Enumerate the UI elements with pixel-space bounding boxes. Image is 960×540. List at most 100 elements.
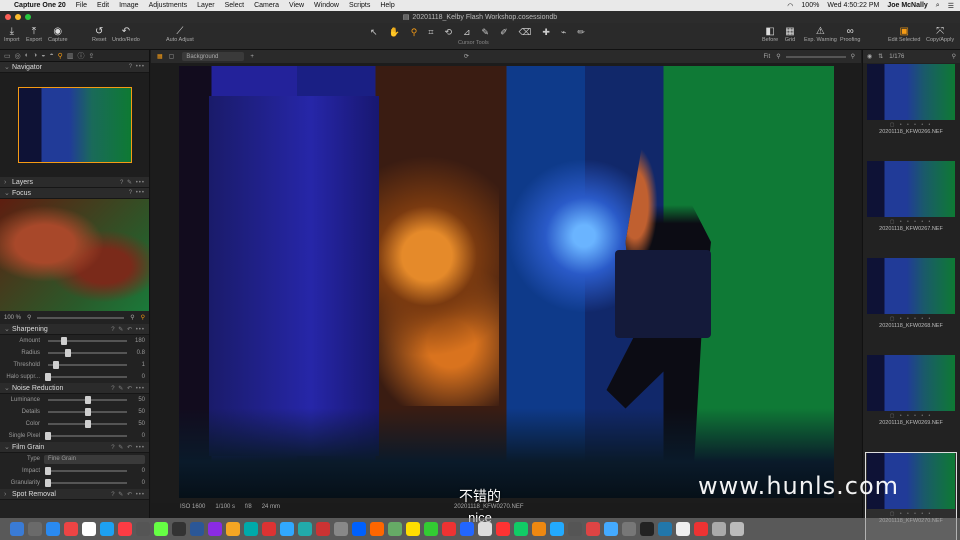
acrobat-icon[interactable] [262,522,276,536]
safari-icon[interactable] [46,522,60,536]
section-menu-icon[interactable]: ? ✎ ↶ ••• [111,326,145,333]
app-icon-37[interactable] [676,522,690,536]
noise-reduction-header[interactable]: ⌄ Noise Reduction? ✎ ↶ ••• [0,383,149,394]
noise-reduction-value[interactable]: 50 [131,421,145,427]
thumbnail-image[interactable] [867,64,955,120]
system-preferences-icon[interactable] [622,522,636,536]
app-icon-17[interactable] [316,522,330,536]
menu-help[interactable]: Help [380,2,394,9]
finder-icon[interactable] [10,522,24,536]
navigator-preview[interactable] [0,73,149,177]
app-icon-36[interactable] [658,522,672,536]
exposure-warning-button[interactable]: ⚠ Exp. Warning [804,25,837,44]
app-icon-27[interactable] [496,522,510,536]
mail-icon[interactable] [100,522,114,536]
menu-window[interactable]: Window [314,2,339,9]
metadata-tab-icon[interactable]: ⓘ [77,51,84,61]
slider-handle[interactable] [84,408,91,416]
chrome-icon[interactable] [64,522,78,536]
library-tab-icon[interactable]: ▭ [4,52,11,60]
zoom-window-button[interactable] [25,14,31,20]
star-rating[interactable]: ▢ • • • • • [865,316,957,322]
zoom-out-icon[interactable]: ⚲ [776,53,780,60]
color-tab-icon[interactable]: ◑ [33,52,37,59]
star-rating[interactable]: ▢ • • • • • [865,219,957,225]
grid-button[interactable]: ▦ Grid [784,25,796,44]
app-icon-10[interactable] [190,522,204,536]
app-icon-9[interactable] [172,522,186,536]
edit-selected-button[interactable]: ▣ Edit Selected [888,25,920,44]
thumbnail-image[interactable] [867,258,955,314]
browser-thumbnail[interactable]: ▢ • • • • • 20201118_KFW0268.NEF [865,258,957,354]
noise-reduction-slider[interactable] [45,432,127,440]
menu-scripts[interactable]: Scripts [349,2,370,9]
sharpening-slider[interactable] [45,373,127,381]
battery-percent[interactable]: 100% [801,2,819,9]
app-store-icon[interactable] [604,522,618,536]
dropbox-icon[interactable] [352,522,366,536]
annotate-tool-icon[interactable]: ✏ [577,27,585,38]
sharpening-value[interactable]: 180 [131,338,145,344]
single-view-icon[interactable]: ▢ [169,53,175,60]
sharpening-value[interactable]: 0.8 [131,350,145,356]
app-icon-23[interactable] [424,522,438,536]
lens-tab-icon[interactable]: ◐ [25,52,29,59]
pan-tool-icon[interactable]: ✋ [389,27,400,38]
sharpening-slider[interactable] [48,337,127,345]
layers-header[interactable]: › Layers? ✎ ••• [0,177,149,188]
sharpening-value[interactable]: 1 [131,362,145,368]
menu-adjustments[interactable]: Adjustments [149,2,188,9]
noise-reduction-slider[interactable] [48,396,127,404]
app-icon-7[interactable] [136,522,150,536]
focus-zoom-level[interactable]: 100 % [4,315,21,321]
music-icon[interactable] [118,522,132,536]
menu-edit[interactable]: Edit [97,2,109,9]
menu-camera[interactable]: Camera [254,2,279,9]
exposure-tab-icon[interactable]: ◒ [41,52,45,59]
film-grain-type-select[interactable]: Fine Grain [44,454,145,464]
brush-tool-icon[interactable]: ✎ [482,27,490,38]
zoom-in-icon[interactable]: ⚲ [130,314,134,321]
import-button[interactable]: ⤓ Import [4,25,20,44]
export-button[interactable]: ⤒ Export [26,25,42,44]
downloads-folder-icon[interactable] [712,522,726,536]
auto-adjust-button[interactable]: ⟋ Auto Adjust [166,25,194,44]
capture-button[interactable]: ◉ Capture [48,25,68,44]
thumbnail-image[interactable] [867,355,955,411]
thumbnail-image[interactable] [867,161,955,217]
focus-header[interactable]: ⌄ Focus? ••• [0,188,149,199]
launchpad-icon[interactable] [28,522,42,536]
navigator-thumbnail[interactable] [17,87,132,163]
film-grain-slider[interactable] [45,467,127,475]
before-button[interactable]: ◧ Before [762,25,778,44]
terminal-icon[interactable] [640,522,654,536]
menu-select[interactable]: Select [225,2,244,9]
crop-tool-icon[interactable]: ⌗ [428,27,433,38]
viewer-mode-icon[interactable]: ▦ [157,53,163,60]
star-rating[interactable]: ▢ • • • • • [865,122,957,128]
app-icon-21[interactable] [388,522,402,536]
wifi-icon[interactable]: ◠ [787,2,793,10]
section-menu-icon[interactable]: ? ✎ ••• [120,179,145,186]
spotlight-icon[interactable]: ⌕ [936,2,940,10]
app-icon-31[interactable] [568,522,582,536]
sharpening-slider[interactable] [48,361,127,369]
app-icon-13[interactable] [244,522,258,536]
slider-handle[interactable] [84,420,91,428]
slider-handle[interactable] [45,432,51,440]
keystone-tool-icon[interactable]: ⊿ [463,27,471,38]
film-grain-value[interactable]: 0 [131,468,145,474]
section-menu-icon[interactable]: ? ✎ ↶ ••• [111,444,145,451]
menu-app-name[interactable]: Capture One 20 [14,2,66,9]
menu-view[interactable]: View [289,2,304,9]
app-icon-18[interactable] [334,522,348,536]
noise-reduction-value[interactable]: 50 [131,409,145,415]
messages-icon[interactable] [154,522,168,536]
control-center-icon[interactable]: ☰ [948,2,954,10]
noise-reduction-value[interactable]: 0 [131,433,145,439]
app-icon-29[interactable] [532,522,546,536]
add-layer-icon[interactable]: + [250,54,254,60]
user-name[interactable]: Joe McNally [887,2,927,9]
reset-button[interactable]: ↺ Reset [92,25,106,44]
proofing-button[interactable]: ∞ Proofing [840,25,861,44]
